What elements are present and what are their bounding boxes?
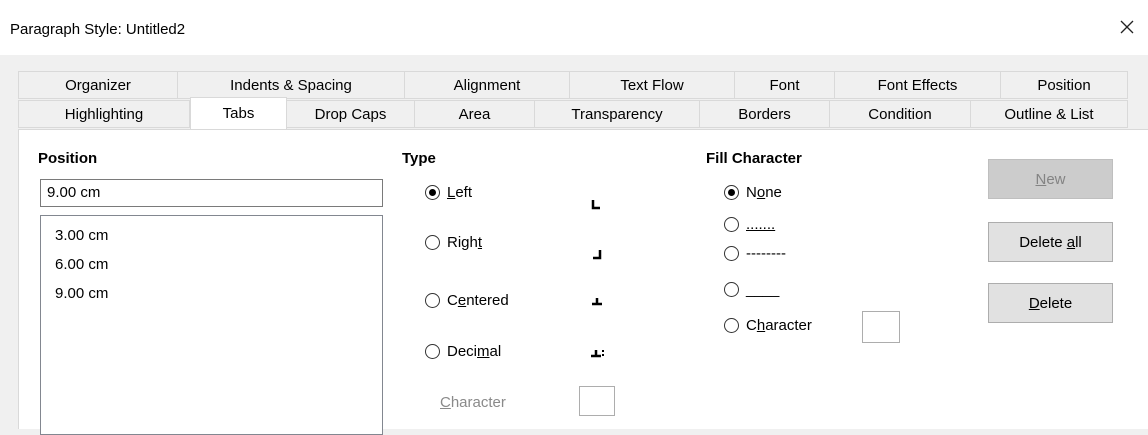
decimal-character-field[interactable] (579, 386, 615, 416)
fill-dots-radio[interactable]: ....... (724, 216, 775, 233)
type-right-radio[interactable]: Right (425, 234, 482, 251)
tab-label: Area (458, 105, 491, 123)
tab-font-effects[interactable]: Font Effects (835, 71, 1001, 99)
tab-row-1: Organizer Indents & Spacing Alignment Te… (18, 71, 1146, 100)
tab-center-icon (592, 298, 602, 306)
type-centered-radio[interactable]: Centered (425, 292, 509, 309)
radio-indicator (425, 185, 440, 200)
fill-line-radio[interactable]: ____ (724, 281, 779, 298)
fill-none-radio[interactable]: None (724, 184, 782, 201)
tab-borders[interactable]: Borders (700, 100, 830, 128)
tab-label: Indents & Spacing (230, 76, 352, 94)
tab-label: Transparency (571, 105, 663, 123)
type-decimal-label: Decimal (447, 343, 502, 360)
radio-indicator (425, 344, 440, 359)
type-left-radio[interactable]: Left (425, 184, 472, 201)
tab-decimal-icon (591, 350, 604, 358)
delete-button[interactable]: Delete (988, 283, 1113, 323)
fill-none-label: None (746, 184, 782, 201)
title-bar: Paragraph Style: Untitled2 (0, 0, 1148, 55)
type-left-label: Left (447, 184, 473, 201)
tab-position[interactable]: Position (1001, 71, 1128, 99)
tab-transparency[interactable]: Transparency (535, 100, 700, 128)
radio-indicator (724, 185, 739, 200)
type-centered-label: Centered (447, 292, 509, 309)
tab-label: Font Effects (877, 76, 958, 94)
radio-indicator (724, 318, 739, 333)
tab-label: Outline & List (1004, 105, 1094, 123)
list-item[interactable]: 6.00 cm (55, 250, 382, 279)
list-item[interactable]: 3.00 cm (55, 221, 382, 250)
fill-character-field[interactable] (862, 311, 900, 343)
tab-indents-spacing[interactable]: Indents & Spacing (178, 71, 405, 99)
tab-text-flow[interactable]: Text Flow (570, 71, 735, 99)
radio-indicator (724, 282, 739, 297)
delete-all-button[interactable]: Delete all (988, 222, 1113, 262)
list-item[interactable]: 9.00 cm (55, 279, 382, 308)
type-right-label: Right (447, 234, 483, 251)
window-title: Paragraph Style: Untitled2 (10, 21, 186, 38)
tab-label: Alignment (453, 76, 521, 94)
tab-condition[interactable]: Condition (830, 100, 971, 128)
position-list[interactable]: 3.00 cm 6.00 cm 9.00 cm (40, 215, 383, 435)
tab-label: Drop Caps (314, 105, 387, 123)
tab-alignment[interactable]: Alignment (405, 71, 570, 99)
tab-label: Condition (868, 105, 932, 123)
tab-label: Position (1037, 76, 1091, 94)
type-decimal-radio[interactable]: Decimal (425, 343, 501, 360)
close-icon[interactable] (1114, 14, 1140, 40)
tab-label: Organizer (65, 76, 131, 94)
fill-character-label: Character (746, 317, 812, 334)
position-input[interactable]: 9.00 cm (40, 179, 383, 207)
fill-dashes-label: -------- (746, 245, 786, 262)
tab-row-2: Highlighting Tabs Drop Caps Area Transpa… (18, 97, 1146, 129)
type-heading: Type (402, 150, 436, 167)
tab-font[interactable]: Font (735, 71, 835, 99)
tab-tabs[interactable]: Tabs (190, 97, 287, 129)
tab-label: Borders (738, 105, 791, 123)
tab-drop-caps[interactable]: Drop Caps (287, 100, 415, 128)
tab-label: Text Flow (620, 76, 684, 94)
fill-dashes-radio[interactable]: -------- (724, 245, 786, 262)
tab-label: Tabs (222, 105, 255, 122)
tab-left-icon (591, 200, 600, 210)
tab-right-icon (593, 250, 602, 260)
fill-dots-label: ....... (746, 216, 776, 233)
tab-highlighting[interactable]: Highlighting (18, 100, 190, 128)
fill-heading: Fill Character (706, 150, 802, 167)
tab-organizer[interactable]: Organizer (18, 71, 178, 99)
radio-indicator (724, 217, 739, 232)
tab-area[interactable]: Area (415, 100, 535, 128)
position-heading: Position (38, 150, 98, 167)
radio-indicator (425, 293, 440, 308)
radio-indicator (724, 246, 739, 261)
fill-character-radio[interactable]: Character (724, 317, 812, 334)
tab-outline-list[interactable]: Outline & List (971, 100, 1128, 128)
tab-label: Highlighting (64, 105, 144, 123)
decimal-character-label: Character (440, 394, 506, 411)
tab-label: Font (769, 76, 800, 94)
new-button[interactable]: New (988, 159, 1113, 199)
fill-line-label: ____ (746, 281, 780, 298)
radio-indicator (425, 235, 440, 250)
